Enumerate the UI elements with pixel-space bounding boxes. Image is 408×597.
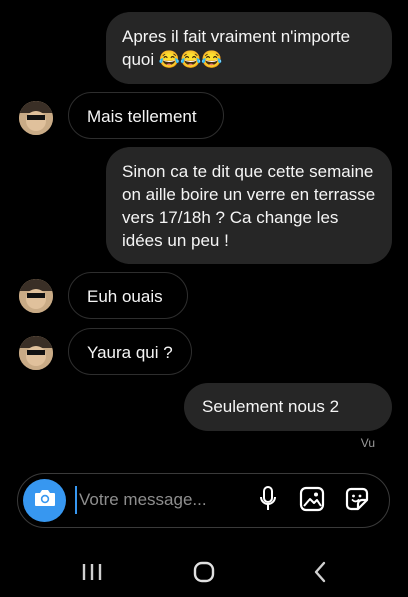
message-text: Euh ouais bbox=[87, 287, 163, 306]
seen-status: Vu bbox=[360, 436, 375, 450]
message-bubble-received[interactable]: Euh ouais bbox=[68, 272, 188, 319]
message-bubble-received[interactable]: Mais tellement bbox=[68, 92, 224, 139]
recent-apps-icon bbox=[81, 562, 103, 587]
microphone-icon bbox=[259, 485, 277, 517]
contact-avatar[interactable] bbox=[19, 101, 53, 135]
contact-avatar[interactable] bbox=[19, 279, 53, 313]
contact-avatar[interactable] bbox=[19, 336, 53, 370]
gallery-button[interactable] bbox=[298, 486, 326, 517]
back-icon bbox=[312, 561, 328, 588]
chat-screen: Apres il fait vraiment n'importe quoi 😂😂… bbox=[0, 0, 408, 597]
system-navigation-bar bbox=[0, 548, 408, 597]
home-icon bbox=[193, 561, 215, 588]
message-text: Sinon ca te dit que cette semaine on ail… bbox=[122, 162, 376, 250]
message-bubble-sent[interactable]: Seulement nous 2 bbox=[184, 383, 392, 431]
message-text: Yaura qui ? bbox=[87, 343, 173, 362]
message-composer bbox=[17, 473, 390, 528]
back-button[interactable] bbox=[308, 561, 332, 588]
sticker-button[interactable] bbox=[343, 487, 371, 515]
message-text: Seulement nous 2 bbox=[202, 397, 340, 416]
message-text: Mais tellement bbox=[87, 107, 197, 126]
camera-button[interactable] bbox=[23, 479, 66, 522]
microphone-button[interactable] bbox=[254, 485, 282, 517]
message-input[interactable] bbox=[75, 486, 249, 514]
recent-apps-button[interactable] bbox=[80, 562, 104, 586]
sticker-icon bbox=[344, 486, 370, 517]
camera-icon bbox=[34, 488, 56, 513]
gallery-icon bbox=[299, 486, 325, 517]
home-button[interactable] bbox=[192, 561, 216, 588]
message-bubble-sent[interactable]: Apres il fait vraiment n'importe quoi 😂😂… bbox=[106, 12, 392, 84]
message-bubble-received[interactable]: Yaura qui ? bbox=[68, 328, 192, 375]
message-text: Apres il fait vraiment n'importe quoi 😂😂… bbox=[122, 27, 351, 69]
message-bubble-sent[interactable]: Sinon ca te dit que cette semaine on ail… bbox=[106, 147, 392, 264]
